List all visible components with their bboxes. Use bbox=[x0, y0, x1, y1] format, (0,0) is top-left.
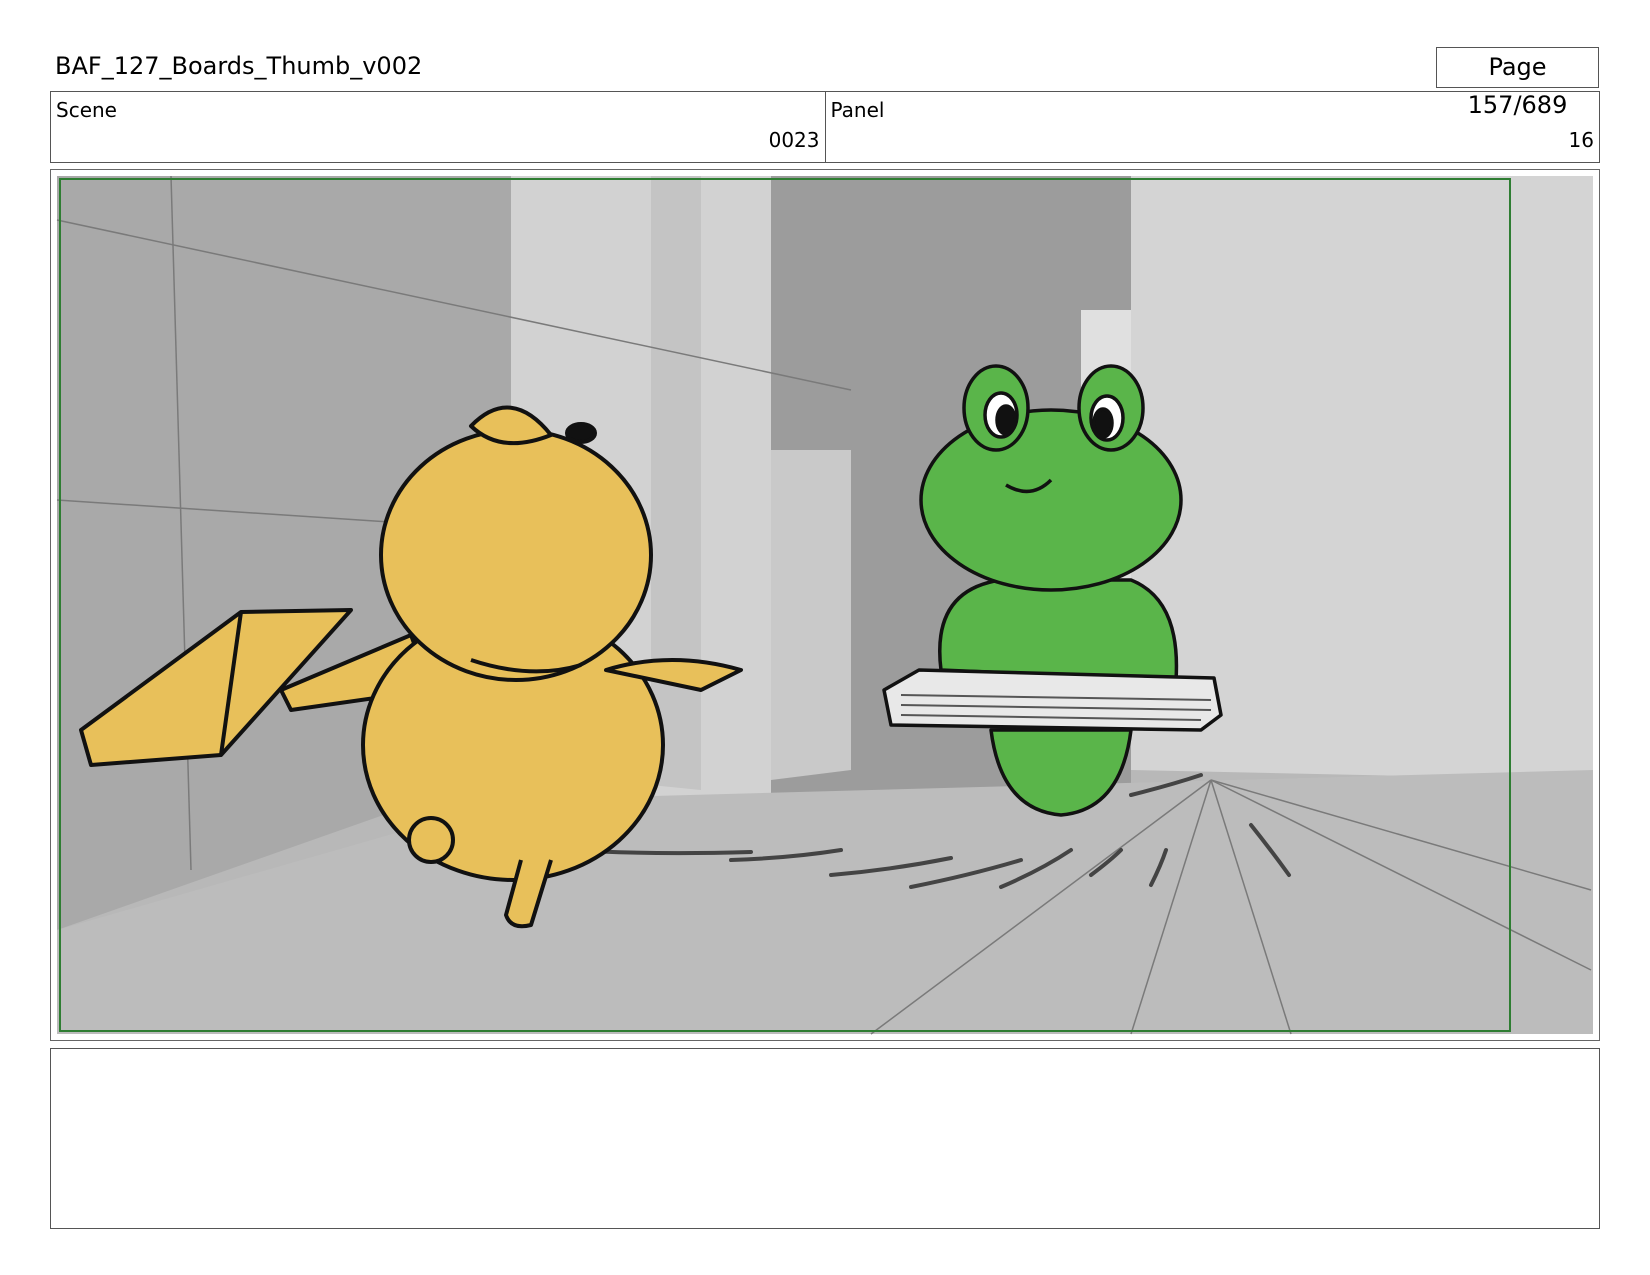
frog-right-pupil bbox=[1092, 407, 1114, 439]
panel-number: 16 bbox=[1568, 128, 1594, 152]
storyboard-drawing bbox=[56, 175, 1593, 1035]
door-panel bbox=[771, 450, 851, 780]
storyboard-panel-frame bbox=[50, 169, 1600, 1041]
pillar-edge bbox=[651, 176, 701, 790]
scene-number: 0023 bbox=[768, 128, 820, 152]
scene-label: Scene bbox=[56, 98, 117, 122]
scene-cell: Scene 0023 bbox=[51, 92, 825, 162]
document-title: BAF_127_Boards_Thumb_v002 bbox=[55, 52, 423, 80]
frog-left-pupil bbox=[995, 404, 1017, 436]
panel-cell: Panel 16 bbox=[824, 92, 1600, 162]
panel-label: Panel bbox=[830, 98, 885, 122]
scene-panel-info: Scene 0023 Panel 16 bbox=[50, 91, 1600, 163]
duck-eye bbox=[565, 422, 597, 444]
notes-box bbox=[50, 1048, 1600, 1229]
duck-tail bbox=[407, 816, 455, 864]
duck-head bbox=[379, 428, 653, 682]
page-number: Page 157/689 bbox=[1436, 47, 1599, 119]
frog-head bbox=[919, 408, 1183, 592]
frog-torso bbox=[938, 578, 1179, 682]
